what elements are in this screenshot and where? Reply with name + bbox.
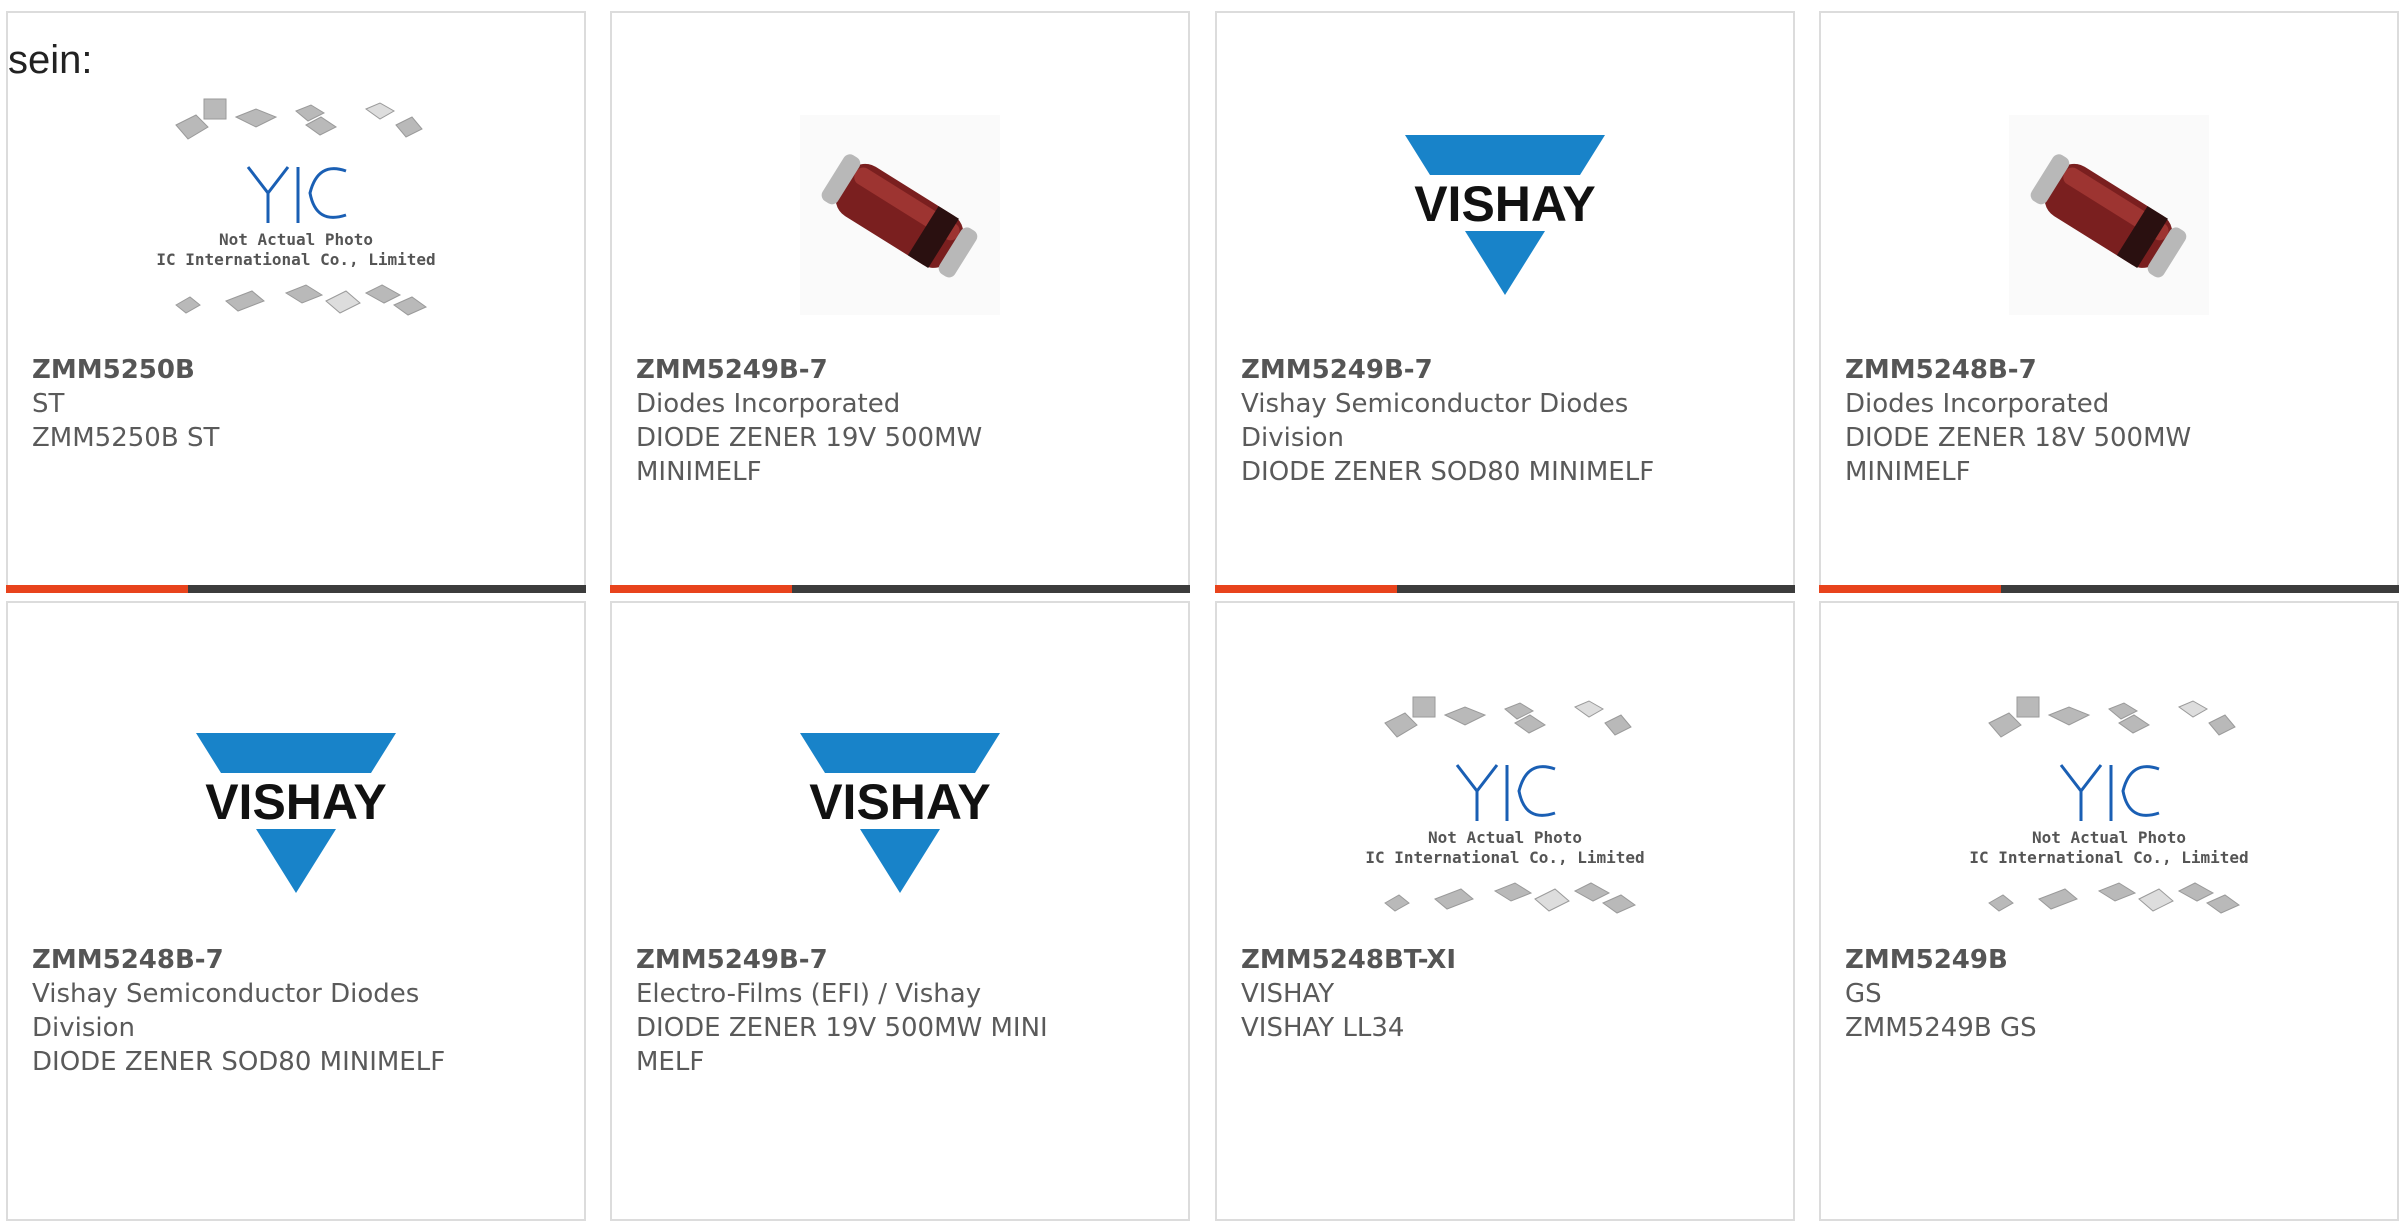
product-card[interactable]: VISHAY ZMM5249B-7 Vishay Semiconductor D… bbox=[1215, 11, 1795, 593]
product-part-number[interactable]: ZMM5250B bbox=[32, 353, 564, 387]
product-part-number[interactable]: ZMM5249B bbox=[1845, 943, 2377, 977]
card-accent-bar bbox=[1819, 585, 2399, 593]
svg-text:VISHAY: VISHAY bbox=[1414, 176, 1596, 232]
svg-text:VISHAY: VISHAY bbox=[809, 774, 991, 830]
product-card[interactable]: Not Actual Photo YIC International Co., … bbox=[1215, 601, 1795, 1221]
vishay-logo: VISHAY bbox=[186, 733, 406, 893]
vishay-logo: VISHAY bbox=[1395, 135, 1615, 295]
product-manufacturer: Diodes Incorporated bbox=[1845, 389, 2110, 419]
product-manufacturer: Vishay Semiconductor Diodes Division bbox=[1241, 389, 1629, 453]
product-description: DIODE ZENER 18V 500MW MINIMELF bbox=[1845, 423, 2192, 487]
product-part-number[interactable]: ZMM5248B-7 bbox=[1845, 353, 2377, 387]
svg-text:YIC International Co., Limited: YIC International Co., Limited. bbox=[156, 250, 436, 269]
product-description: DIODE ZENER SOD80 MINIMELF bbox=[1241, 457, 1655, 487]
svg-text:Not Actual Photo: Not Actual Photo bbox=[219, 230, 373, 249]
product-manufacturer: GS bbox=[1845, 979, 1882, 1009]
product-image: VISHAY bbox=[612, 673, 1188, 953]
product-part-number[interactable]: ZMM5248BT-XI bbox=[1241, 943, 1773, 977]
lead-text: sein: bbox=[8, 38, 93, 82]
product-description: ZMM5249B GS bbox=[1845, 1013, 2037, 1043]
product-image: VISHAY bbox=[1217, 75, 1793, 355]
product-manufacturer: Electro-Films (EFI) / Vishay bbox=[636, 979, 982, 1009]
product-part-number[interactable]: ZMM5249B-7 bbox=[636, 943, 1168, 977]
svg-text:VISHAY: VISHAY bbox=[205, 774, 387, 830]
product-card[interactable]: ZMM5248B-7 Diodes Incorporated DIODE ZEN… bbox=[1819, 11, 2399, 593]
svg-text:YIC International Co., Limited: YIC International Co., Limited. bbox=[1365, 848, 1645, 867]
not-actual-photo-image: Not Actual Photo YIC International Co., … bbox=[1969, 696, 2249, 914]
product-image: VISHAY bbox=[8, 673, 584, 953]
svg-text:Not Actual Photo: Not Actual Photo bbox=[2032, 828, 2186, 847]
diode-photo bbox=[2009, 115, 2209, 315]
card-accent-bar bbox=[1215, 585, 1795, 593]
vishay-logo: VISHAY bbox=[790, 733, 1010, 893]
product-image: Not Actual Photo YIC International Co., … bbox=[1821, 673, 2397, 953]
not-actual-photo-image: Not Actual Photo YIC International Co., … bbox=[1365, 696, 1645, 914]
product-description: DIODE ZENER SOD80 MINIMELF bbox=[32, 1047, 446, 1077]
product-image bbox=[1821, 75, 2397, 355]
card-accent-bar bbox=[6, 585, 586, 593]
product-card[interactable]: Not Actual Photo YIC International Co., … bbox=[1819, 601, 2399, 1221]
product-description: VISHAY LL34 bbox=[1241, 1013, 1405, 1043]
diode-photo bbox=[800, 115, 1000, 315]
product-manufacturer: ST bbox=[32, 389, 65, 419]
product-description: ZMM5250B ST bbox=[32, 423, 220, 453]
product-image: Not Actual Photo YIC International Co., … bbox=[8, 75, 584, 355]
product-description: DIODE ZENER 19V 500MW MINI MELF bbox=[636, 1013, 1048, 1077]
svg-text:YIC International Co., Limited: YIC International Co., Limited. bbox=[1969, 848, 2249, 867]
product-manufacturer: VISHAY bbox=[1241, 979, 1335, 1009]
svg-text:Not Actual Photo: Not Actual Photo bbox=[1428, 828, 1582, 847]
product-card[interactable]: Not Actual Photo YIC International Co., … bbox=[6, 11, 586, 593]
product-manufacturer: Vishay Semiconductor Diodes Division bbox=[32, 979, 420, 1043]
card-accent-bar bbox=[610, 585, 1190, 593]
product-description: DIODE ZENER 19V 500MW MINIMELF bbox=[636, 423, 983, 487]
product-part-number[interactable]: ZMM5248B-7 bbox=[32, 943, 564, 977]
product-card[interactable]: ZMM5249B-7 Diodes Incorporated DIODE ZEN… bbox=[610, 11, 1190, 593]
product-card[interactable]: VISHAY ZMM5248B-7 Vishay Semiconductor D… bbox=[6, 601, 586, 1221]
product-card[interactable]: VISHAY ZMM5249B-7 Electro-Films (EFI) / … bbox=[610, 601, 1190, 1221]
product-part-number[interactable]: ZMM5249B-7 bbox=[636, 353, 1168, 387]
product-image: Not Actual Photo YIC International Co., … bbox=[1217, 673, 1793, 953]
not-actual-photo-image: Not Actual Photo YIC International Co., … bbox=[156, 98, 436, 316]
product-part-number[interactable]: ZMM5249B-7 bbox=[1241, 353, 1773, 387]
product-manufacturer: Diodes Incorporated bbox=[636, 389, 901, 419]
product-image bbox=[612, 75, 1188, 355]
